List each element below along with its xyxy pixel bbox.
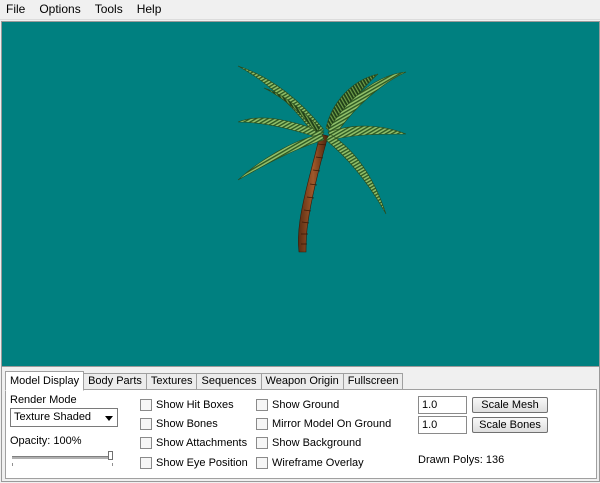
- show-eye-position-checkbox[interactable]: Show Eye Position: [140, 456, 248, 470]
- menu-bar: File Options Tools Help: [0, 0, 600, 20]
- render-mode-label: Render Mode: [10, 394, 77, 406]
- menu-help[interactable]: Help: [130, 0, 169, 19]
- tab-sequences[interactable]: Sequences: [196, 373, 262, 389]
- checkbox-label: Show Attachments: [156, 437, 248, 449]
- show-ground-checkbox[interactable]: Show Ground: [256, 398, 339, 412]
- checkbox-box[interactable]: [140, 457, 152, 469]
- checkbox-label: Show Background: [272, 437, 362, 449]
- checkbox-box[interactable]: [140, 399, 152, 411]
- scale-mesh-input[interactable]: [418, 396, 467, 414]
- scale-bones-button[interactable]: Scale Bones: [472, 417, 548, 433]
- opacity-slider-ticks: [12, 463, 116, 466]
- tab-model-display[interactable]: Model Display: [5, 371, 85, 391]
- tab-textures[interactable]: Textures: [145, 373, 198, 389]
- show-background-checkbox[interactable]: Show Background: [256, 436, 361, 450]
- palm-tree-model: [237, 65, 407, 253]
- checkbox-box[interactable]: [256, 457, 268, 469]
- show-bones-checkbox[interactable]: Show Bones: [140, 417, 218, 431]
- opacity-slider-thumb[interactable]: [108, 451, 113, 460]
- opacity-label: Opacity: 100%: [10, 435, 82, 447]
- tab-bar: Model Display Body Parts Textures Sequen…: [5, 371, 404, 391]
- model-viewport[interactable]: [1, 21, 600, 367]
- tab-fullscreen[interactable]: Fullscreen: [342, 373, 404, 389]
- checkbox-label: Mirror Model On Ground: [272, 418, 392, 430]
- menu-file[interactable]: File: [0, 0, 32, 19]
- checkbox-box[interactable]: [256, 437, 268, 449]
- checkbox-label: Show Eye Position: [156, 457, 248, 469]
- scale-bones-input[interactable]: [418, 416, 467, 434]
- wireframe-overlay-checkbox[interactable]: Wireframe Overlay: [256, 456, 364, 470]
- menu-options[interactable]: Options: [32, 0, 87, 19]
- palm-fronds: [237, 65, 407, 215]
- render-mode-value: Texture Shaded: [14, 411, 92, 423]
- control-panel: Model Display Body Parts Textures Sequen…: [1, 367, 600, 482]
- mirror-model-on-ground-checkbox[interactable]: Mirror Model On Ground: [256, 417, 391, 431]
- render-mode-select[interactable]: Texture Shaded: [10, 408, 118, 427]
- show-hit-boxes-checkbox[interactable]: Show Hit Boxes: [140, 398, 234, 412]
- tab-body-parts[interactable]: Body Parts: [83, 373, 147, 389]
- checkbox-label: Show Ground: [272, 399, 340, 411]
- chevron-down-icon: [105, 416, 113, 421]
- checkbox-label: Show Bones: [156, 418, 218, 430]
- tab-weapon-origin[interactable]: Weapon Origin: [260, 373, 344, 389]
- checkbox-box[interactable]: [140, 418, 152, 430]
- checkbox-label: Wireframe Overlay: [272, 457, 364, 469]
- checkbox-box[interactable]: [140, 437, 152, 449]
- model-display-page: Render Mode Texture Shaded Opacity: 100%…: [5, 389, 597, 479]
- menu-tools[interactable]: Tools: [88, 0, 130, 19]
- scale-mesh-button[interactable]: Scale Mesh: [472, 397, 548, 413]
- drawn-polys-label: Drawn Polys: 136: [418, 454, 505, 466]
- checkbox-label: Show Hit Boxes: [156, 399, 234, 411]
- checkbox-box[interactable]: [256, 399, 268, 411]
- opacity-slider-track[interactable]: [12, 456, 112, 459]
- show-attachments-checkbox[interactable]: Show Attachments: [140, 436, 247, 450]
- checkbox-box[interactable]: [256, 418, 268, 430]
